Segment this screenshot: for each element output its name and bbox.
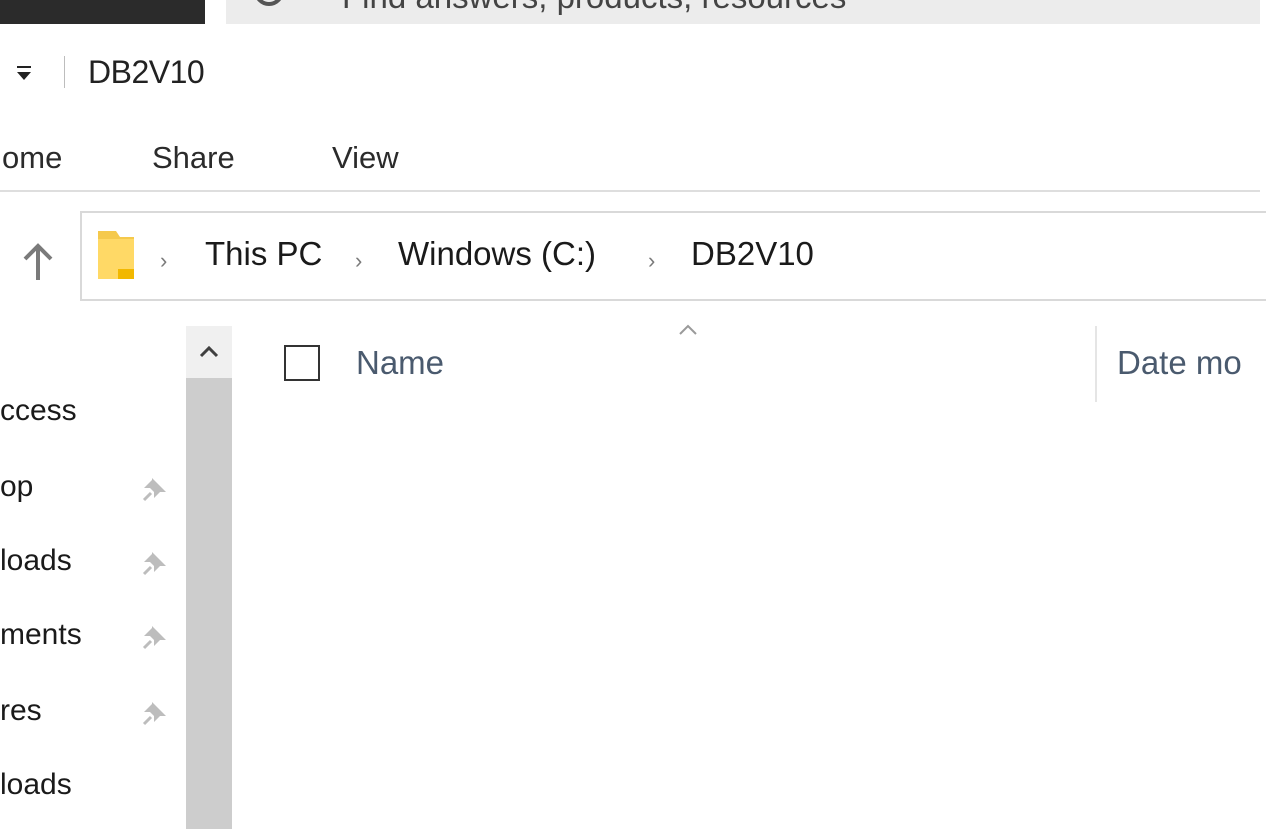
title-separator [64,56,65,88]
nav-item-quick-access[interactable]: ccess [0,394,77,428]
breadcrumb-chevron-icon[interactable]: › [355,248,362,274]
window-title: DB2V10 [88,54,205,90]
top-search-strip: Find answers, products, resources [0,0,1266,24]
pin-icon[interactable] [140,698,170,728]
search-placeholder: Find answers, products, resources [342,0,846,16]
nav-item-pictures[interactable]: res [0,694,42,728]
breadcrumb-this-pc[interactable]: This PC [205,235,322,273]
sort-ascending-icon [679,324,697,335]
up-button[interactable] [14,238,62,286]
tab-view[interactable]: View [332,140,399,176]
nav-item-desktop[interactable]: op [0,470,33,504]
breadcrumb-db2v10[interactable]: DB2V10 [691,235,814,273]
tab-share[interactable]: Share [152,140,235,176]
quick-access-dropdown-icon[interactable] [14,66,36,84]
nav-item-downloads-2[interactable]: loads [0,768,72,802]
nav-item-downloads[interactable]: loads [0,544,72,578]
select-all-checkbox[interactable] [284,345,320,381]
column-header-date-modified[interactable]: Date mo [1117,344,1242,382]
nav-scrollbar-thumb[interactable] [186,378,232,829]
nav-item-documents[interactable]: ments [0,618,82,652]
tab-home[interactable]: ome [2,140,62,176]
taskbar-dark-block [0,0,205,24]
chevron-up-icon [199,345,219,358]
arrow-up-icon [23,243,53,280]
breadcrumb-chevron-icon[interactable]: › [648,248,655,274]
scroll-up-button[interactable] [186,326,232,378]
column-header-name[interactable]: Name [356,344,444,382]
ribbon-divider [0,190,1260,192]
breadcrumb-chevron-icon[interactable]: › [160,248,167,274]
folder-icon [98,231,134,279]
pin-icon[interactable] [140,548,170,578]
pin-icon[interactable] [140,474,170,504]
column-divider[interactable] [1095,326,1097,402]
pin-icon[interactable] [140,622,170,652]
breadcrumb-windows-c[interactable]: Windows (C:) [398,235,596,273]
